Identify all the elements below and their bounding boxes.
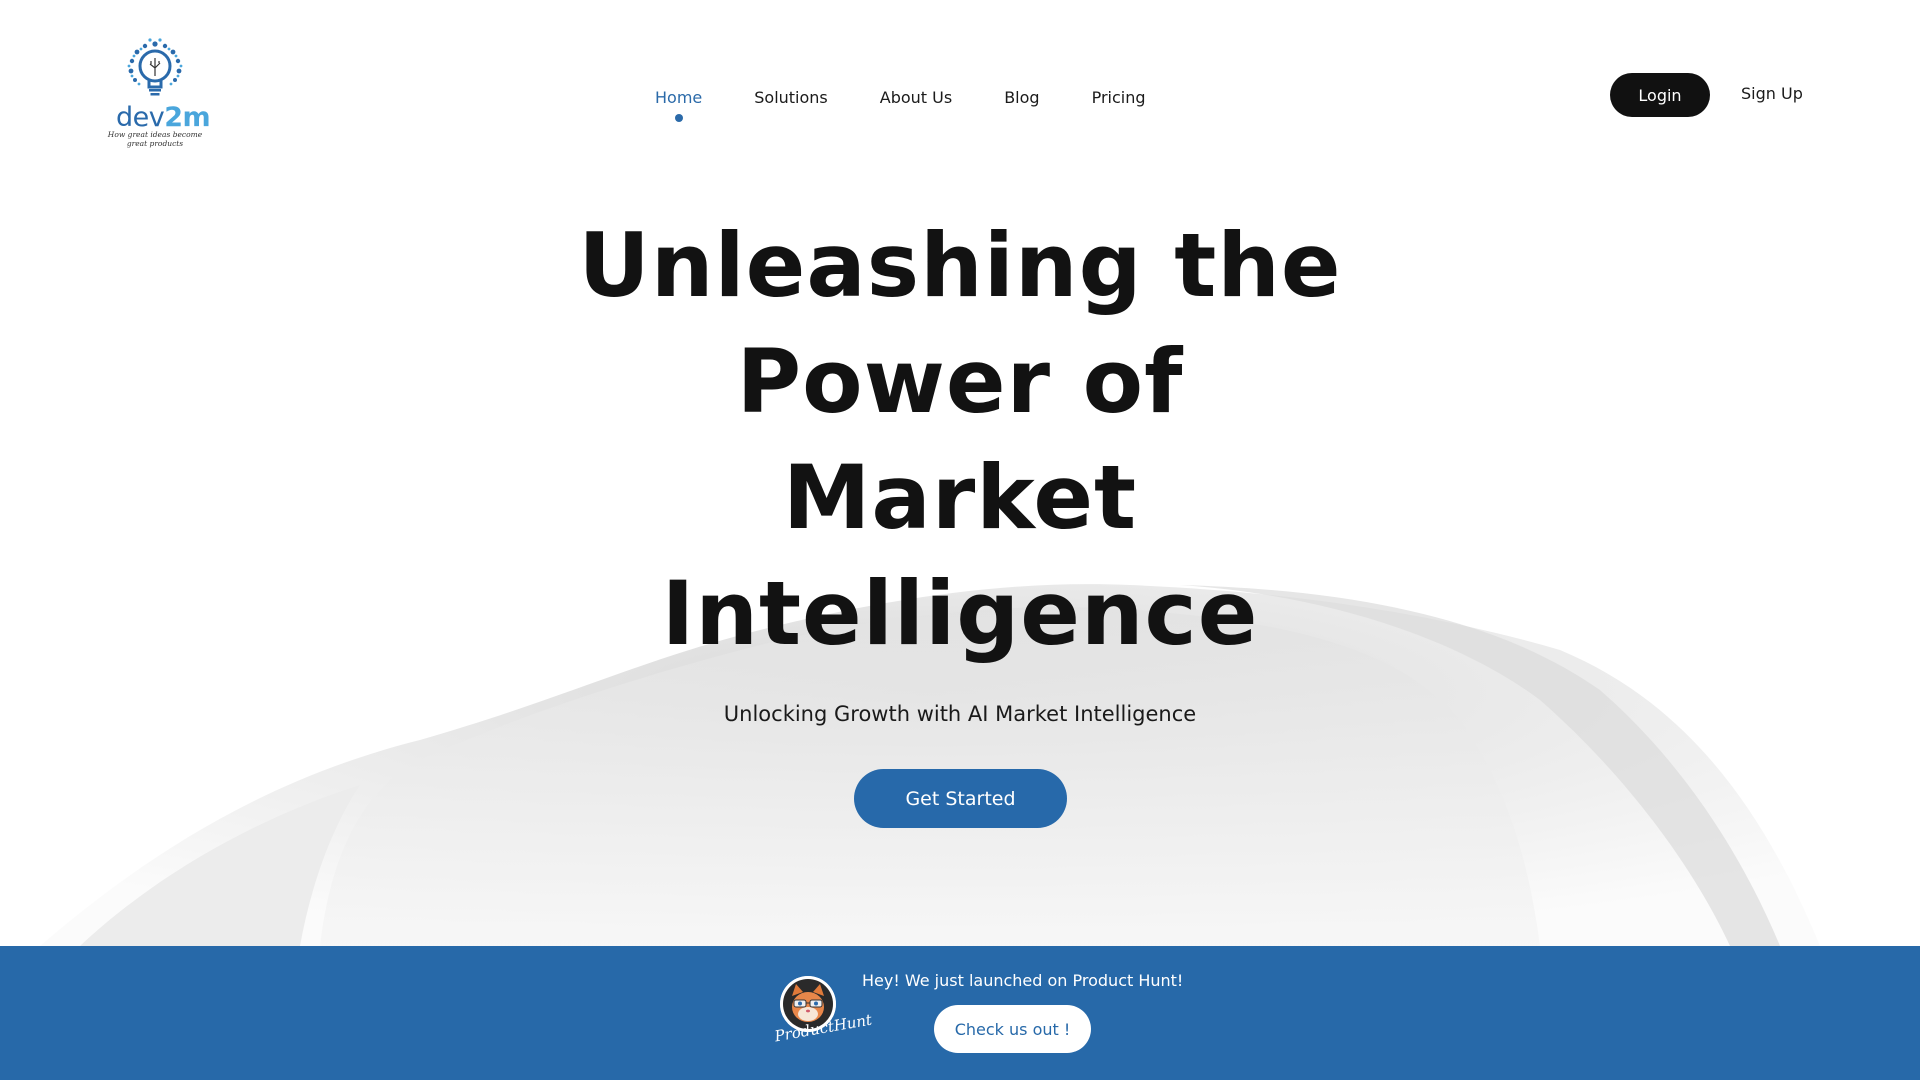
nav-item-label: Home [655, 87, 703, 107]
lightbulb-gear-icon [127, 38, 183, 96]
nav-item-label: Solutions [754, 87, 828, 107]
check-us-out-button[interactable]: Check us out ! [934, 1005, 1091, 1053]
hero-subtitle: Unlocking Growth with AI Market Intellig… [723, 702, 1197, 726]
nav-item-label: Blog [1004, 87, 1040, 107]
nav-item-about-us[interactable]: About Us [880, 88, 952, 107]
active-indicator-dot [674, 113, 683, 122]
landing-page: dev2m How great ideas become great produ… [0, 0, 1920, 1080]
hero-title: Unleashing the Power of Market Intellige… [578, 214, 1342, 665]
main-nav: Home Solutions About Us Blog Pricing [655, 82, 1146, 122]
nav-item-blog[interactable]: Blog [1004, 88, 1039, 107]
logo-tagline: How great ideas become great products [107, 130, 203, 148]
logo-word-suffix: 2m [164, 102, 211, 133]
nav-item-home[interactable]: Home [655, 87, 703, 122]
nav-item-label: About Us [879, 87, 953, 107]
nav-item-solutions[interactable]: Solutions [754, 88, 828, 107]
dev2m-logo[interactable]: dev2m How great ideas become great produ… [98, 36, 212, 150]
nav-item-label: Pricing [1091, 87, 1146, 107]
logo-word-prefix: dev [116, 102, 165, 133]
sign-up-link[interactable]: Sign Up [1741, 84, 1803, 103]
product-hunt-banner: ProductHunt Hey! We just launched on Pro… [0, 946, 1920, 1080]
get-started-button[interactable]: Get Started [854, 769, 1067, 828]
logo-wordmark: dev2m [116, 102, 211, 133]
nav-item-pricing[interactable]: Pricing [1092, 88, 1146, 107]
login-button[interactable]: Login [1610, 73, 1710, 117]
product-hunt-message: Hey! We just launched on Product Hunt! [862, 971, 1184, 990]
